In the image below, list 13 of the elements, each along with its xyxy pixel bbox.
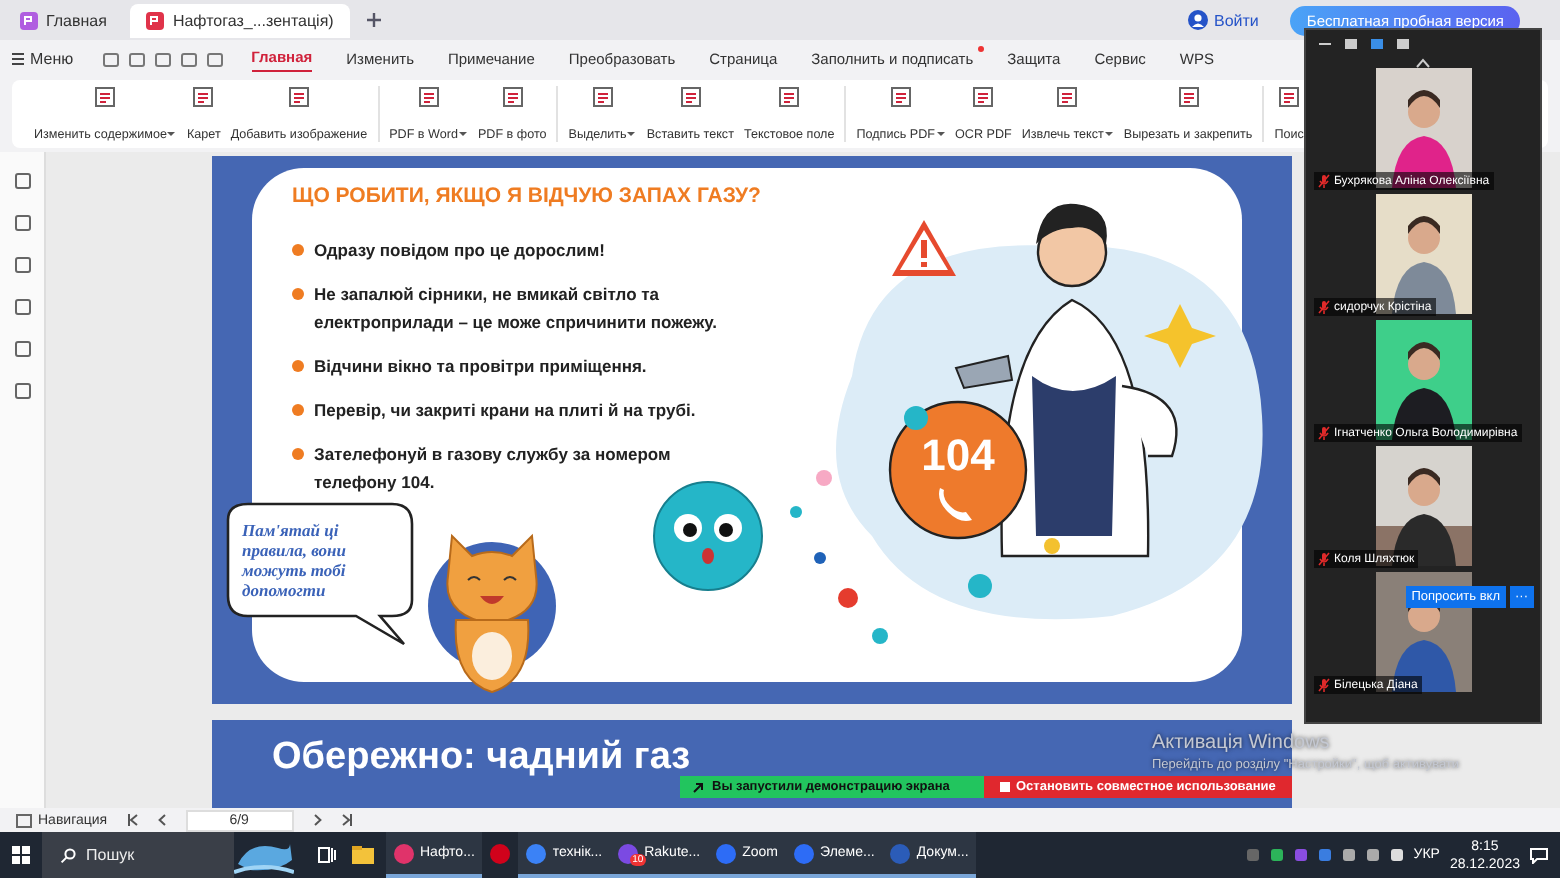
bullet-text: Не запалюй сірники, не вмикай світло та електроприлади – це може спричинити пожежу.: [314, 282, 720, 336]
bullet-text: Одразу повідом про це дорослим!: [314, 238, 605, 264]
search-field[interactable]: Пошук: [42, 832, 234, 878]
document-tab[interactable]: Нафтогаз_...зентація): [130, 3, 350, 37]
bubble-text: Пам'ятай ці правила, вони можуть тобі допомогти: [242, 520, 348, 600]
bullet-text: Відчини вікно та провітри приміщення.: [314, 354, 647, 380]
document-tab[interactable]: Главная: [4, 3, 123, 37]
login-link[interactable]: Войти: [1188, 10, 1259, 30]
slide-title: Обережно: чадний газ: [272, 736, 691, 780]
bullet-text: Зателефонуй в газову службу за номером телефону 104.: [314, 442, 673, 496]
phone-badge: 104: [888, 400, 1028, 540]
menu-button[interactable]: Меню: [12, 49, 74, 67]
bullet-text: Перевір, чи закриті крани на плиті й на трубі.: [314, 398, 696, 424]
